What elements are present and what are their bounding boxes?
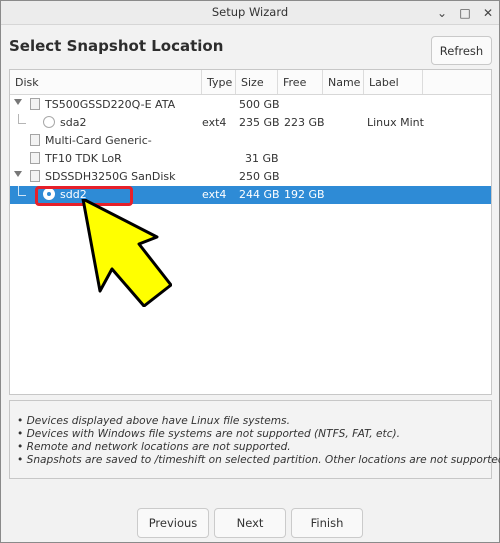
table-row[interactable]: sda2 ext4 235 GB 223 GB Linux Mint [10, 114, 491, 132]
disk-size: 500 GB [239, 98, 280, 111]
disk-icon [30, 98, 40, 110]
finish-button[interactable]: Finish [291, 508, 363, 538]
previous-button[interactable]: Previous [137, 508, 209, 538]
pointer-arrow-icon [81, 199, 172, 307]
disk-icon [30, 152, 40, 164]
column-header-label[interactable]: Label [364, 70, 423, 94]
setup-wizard-window: Setup Wizard ⌄ □ ✕ Select Snapshot Locat… [0, 0, 500, 543]
disk-name: Multi-Card Generic- [45, 134, 152, 147]
note-item: • Devices displayed above have Linux fil… [17, 415, 290, 427]
window-title: Setup Wizard [211, 5, 289, 19]
disk-name: TS500GSSD220Q-E ATA [45, 98, 176, 111]
minimize-icon[interactable]: ⌄ [433, 4, 451, 22]
refresh-button[interactable]: Refresh [431, 36, 492, 65]
table-row[interactable]: Multi-Card Generic- [10, 132, 491, 150]
tree-connector [18, 186, 26, 196]
notes-panel: • Devices displayed above have Linux fil… [9, 400, 500, 479]
column-header-name[interactable]: Name [323, 70, 364, 94]
disk-icon [30, 170, 40, 182]
page-title: Select Snapshot Location [9, 37, 224, 55]
expander-icon[interactable] [14, 99, 22, 105]
expander-icon[interactable] [14, 171, 22, 177]
partition-type: ext4 [202, 188, 227, 201]
maximize-icon[interactable]: □ [456, 4, 474, 22]
partition-type: ext4 [202, 116, 227, 129]
table-row[interactable]: SDSSDH3250G SanDisk 250 GB [10, 168, 491, 186]
note-item: • Remote and network locations are not s… [17, 441, 291, 453]
column-header-type[interactable]: Type [202, 70, 236, 94]
disk-name: TF10 TDK LoR [45, 152, 122, 165]
title-bar: Setup Wizard ⌄ □ ✕ [1, 1, 499, 25]
close-icon[interactable]: ✕ [479, 4, 497, 22]
note-item: • Snapshots are saved to /timeshift on s… [17, 454, 500, 466]
column-header-size[interactable]: Size [236, 70, 278, 94]
partition-size: 244 GB [239, 188, 280, 201]
disk-icon [30, 134, 40, 146]
partition-free: 192 GB [284, 188, 325, 201]
disk-name: SDSSDH3250G SanDisk [45, 170, 176, 183]
partition-label: Linux Mint [367, 116, 424, 129]
disk-size: 250 GB [239, 170, 280, 183]
partition-free: 223 GB [284, 116, 325, 129]
table-header: Disk Type Size Free Name Label [10, 70, 491, 95]
note-item: • Devices with Windows file systems are … [17, 428, 401, 440]
table-row[interactable]: TF10 TDK LoR 31 GB [10, 150, 491, 168]
partition-name: sda2 [60, 116, 87, 129]
tree-connector [18, 114, 26, 124]
column-header-disk[interactable]: Disk [10, 70, 202, 94]
next-button[interactable]: Next [214, 508, 286, 538]
column-header-free[interactable]: Free [278, 70, 323, 94]
table-row[interactable]: TS500GSSD220Q-E ATA 500 GB [10, 96, 491, 114]
radio-button[interactable] [43, 116, 55, 128]
partition-size: 235 GB [239, 116, 280, 129]
disk-size: 31 GB [245, 152, 279, 165]
